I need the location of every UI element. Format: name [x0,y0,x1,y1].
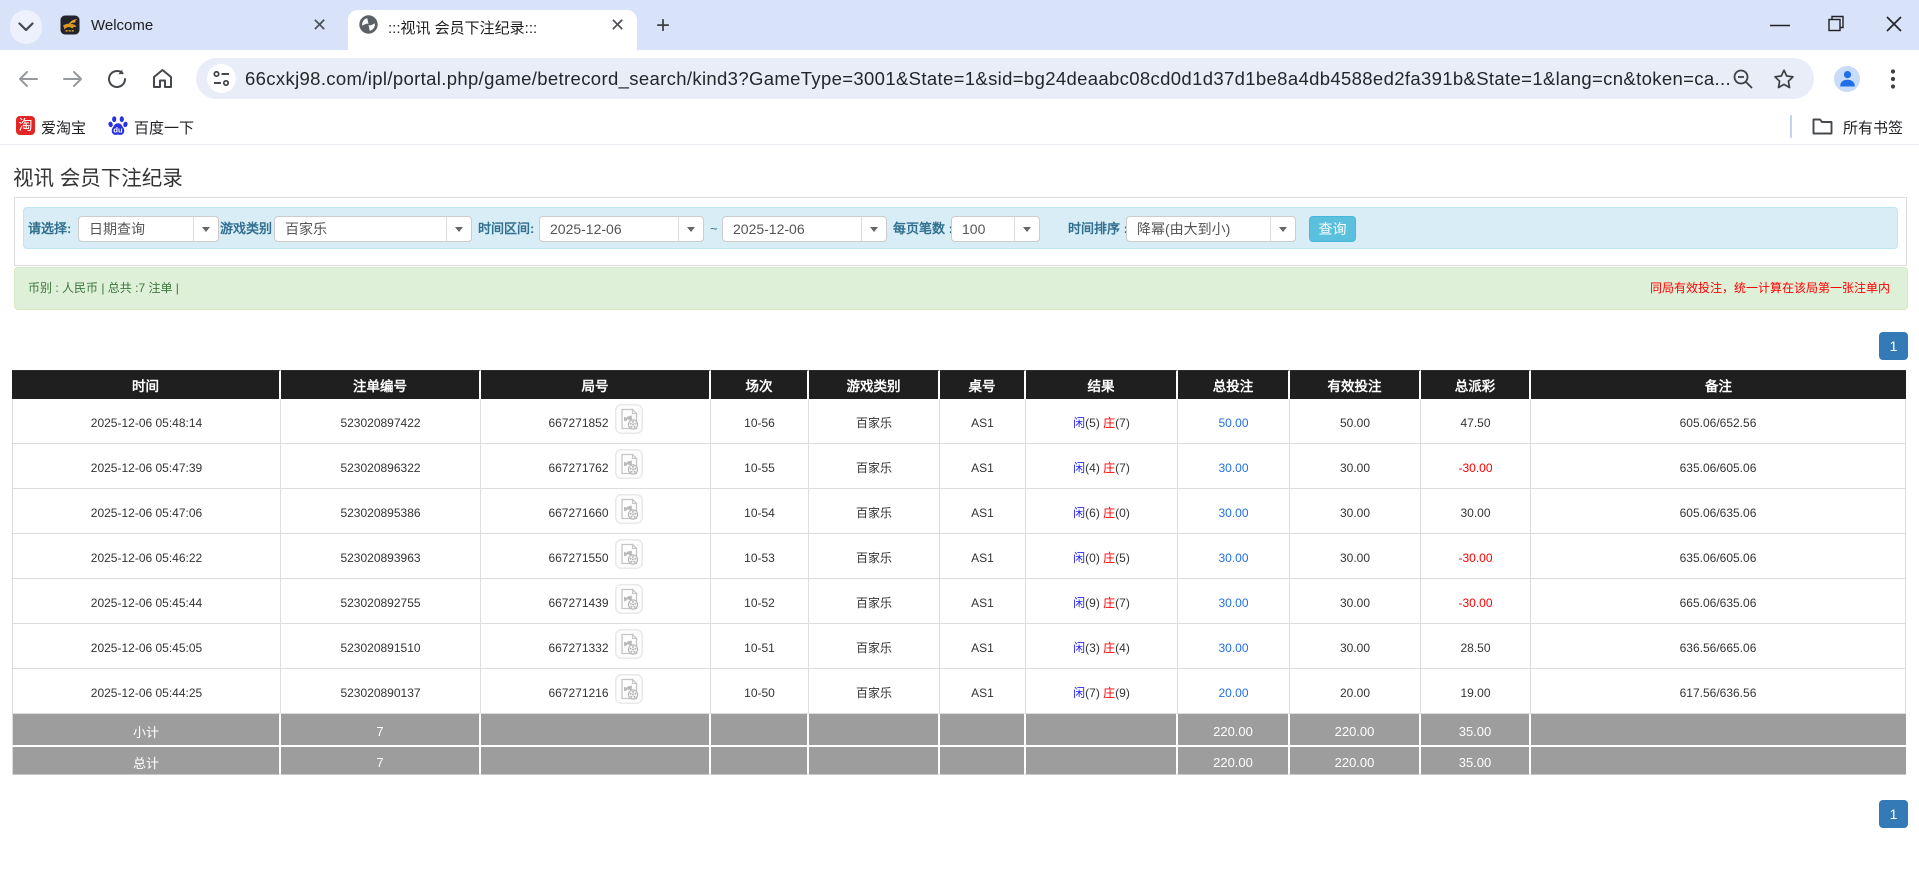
svg-text:du: du [113,126,123,135]
